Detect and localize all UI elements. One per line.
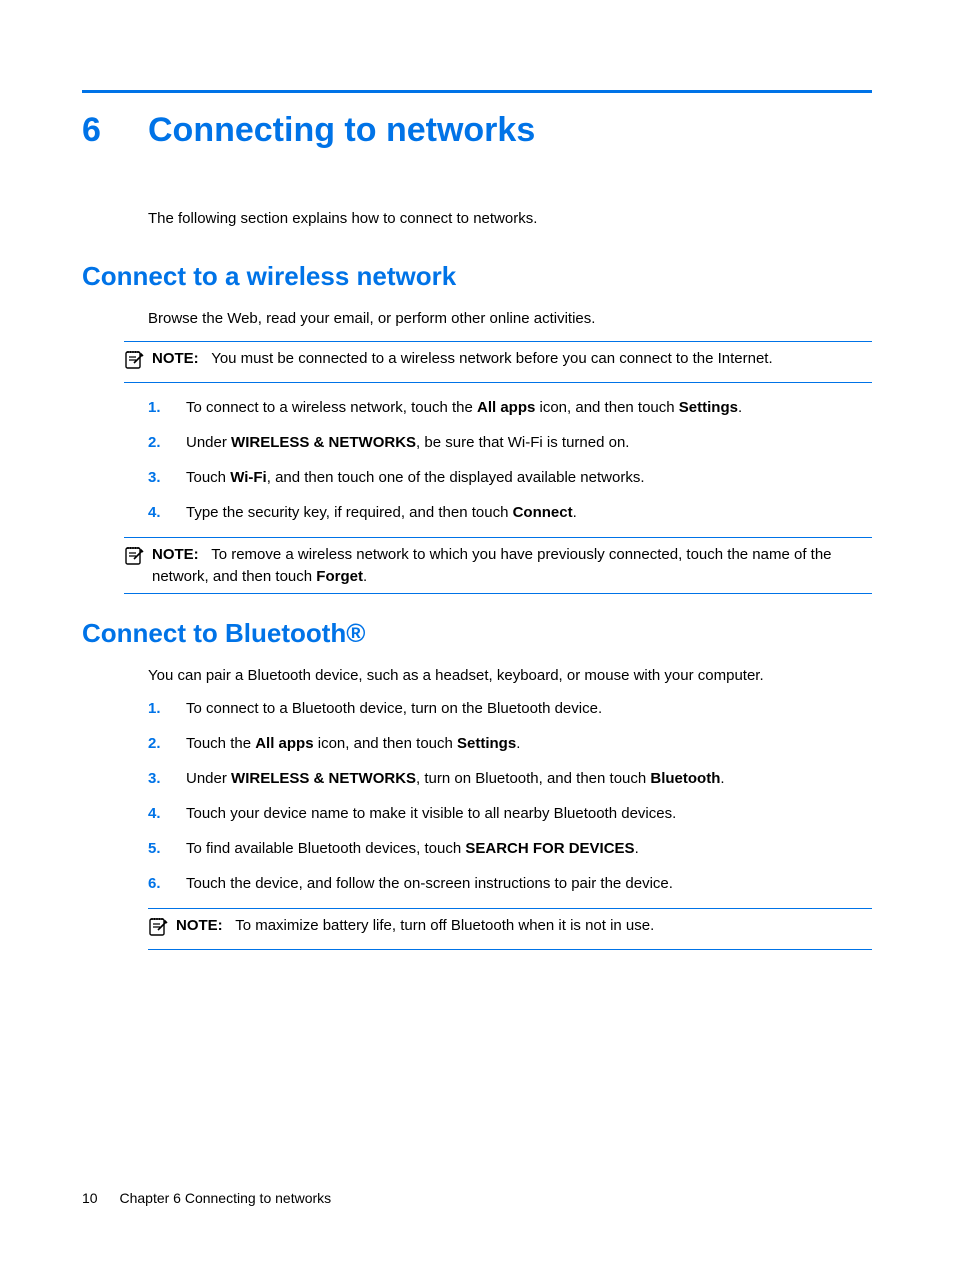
page-number: 10 (82, 1190, 98, 1206)
note-body: NOTE: To remove a wireless network to wh… (152, 544, 872, 588)
note-label: NOTE: (176, 917, 223, 934)
page-body: 6 Connecting to networks The following s… (0, 0, 954, 950)
note-icon (124, 544, 148, 572)
note-icon (124, 348, 148, 376)
chapter-rule (82, 90, 872, 93)
note-body: NOTE: You must be connected to a wireles… (152, 348, 872, 370)
step-item: Touch the All apps icon, and then touch … (148, 733, 872, 754)
note-bluetooth-battery: NOTE: To maximize battery life, turn off… (148, 908, 872, 950)
step-item: Under WIRELESS & NETWORKS, be sure that … (148, 432, 872, 453)
section-intro-bluetooth: You can pair a Bluetooth device, such as… (148, 667, 872, 684)
step-item: Type the security key, if required, and … (148, 502, 872, 523)
chapter-title: Connecting to networks (148, 111, 535, 150)
note-text: To maximize battery life, turn off Bluet… (235, 917, 654, 934)
footer-text: Chapter 6 Connecting to networks (119, 1190, 331, 1206)
chapter-heading: 6 Connecting to networks (82, 111, 872, 150)
chapter-intro: The following section explains how to co… (148, 210, 872, 227)
section-heading-wifi: Connect to a wireless network (82, 261, 872, 292)
page-footer: 10 Chapter 6 Connecting to networks (82, 1190, 331, 1206)
note-text: You must be connected to a wireless netw… (211, 350, 772, 367)
step-item: Touch your device name to make it visibl… (148, 803, 872, 824)
step-item: Touch Wi-Fi, and then touch one of the d… (148, 467, 872, 488)
section-intro-wifi: Browse the Web, read your email, or perf… (148, 310, 872, 327)
section-heading-bluetooth: Connect to Bluetooth® (82, 618, 872, 649)
note-body: NOTE: To maximize battery life, turn off… (176, 915, 872, 937)
step-item: To connect to a wireless network, touch … (148, 397, 872, 418)
chapter-number: 6 (82, 111, 148, 150)
steps-wifi: To connect to a wireless network, touch … (148, 397, 872, 523)
note-icon (148, 915, 172, 943)
step-item: To find available Bluetooth devices, tou… (148, 838, 872, 859)
step-item: To connect to a Bluetooth device, turn o… (148, 698, 872, 719)
note-wifi-forget: NOTE: To remove a wireless network to wh… (124, 537, 872, 595)
note-label: NOTE: (152, 546, 199, 563)
step-item: Touch the device, and follow the on-scre… (148, 873, 872, 894)
note-label: NOTE: (152, 350, 199, 367)
steps-bluetooth: To connect to a Bluetooth device, turn o… (148, 698, 872, 894)
note-wifi-prereq: NOTE: You must be connected to a wireles… (124, 341, 872, 383)
step-item: Under WIRELESS & NETWORKS, turn on Bluet… (148, 768, 872, 789)
